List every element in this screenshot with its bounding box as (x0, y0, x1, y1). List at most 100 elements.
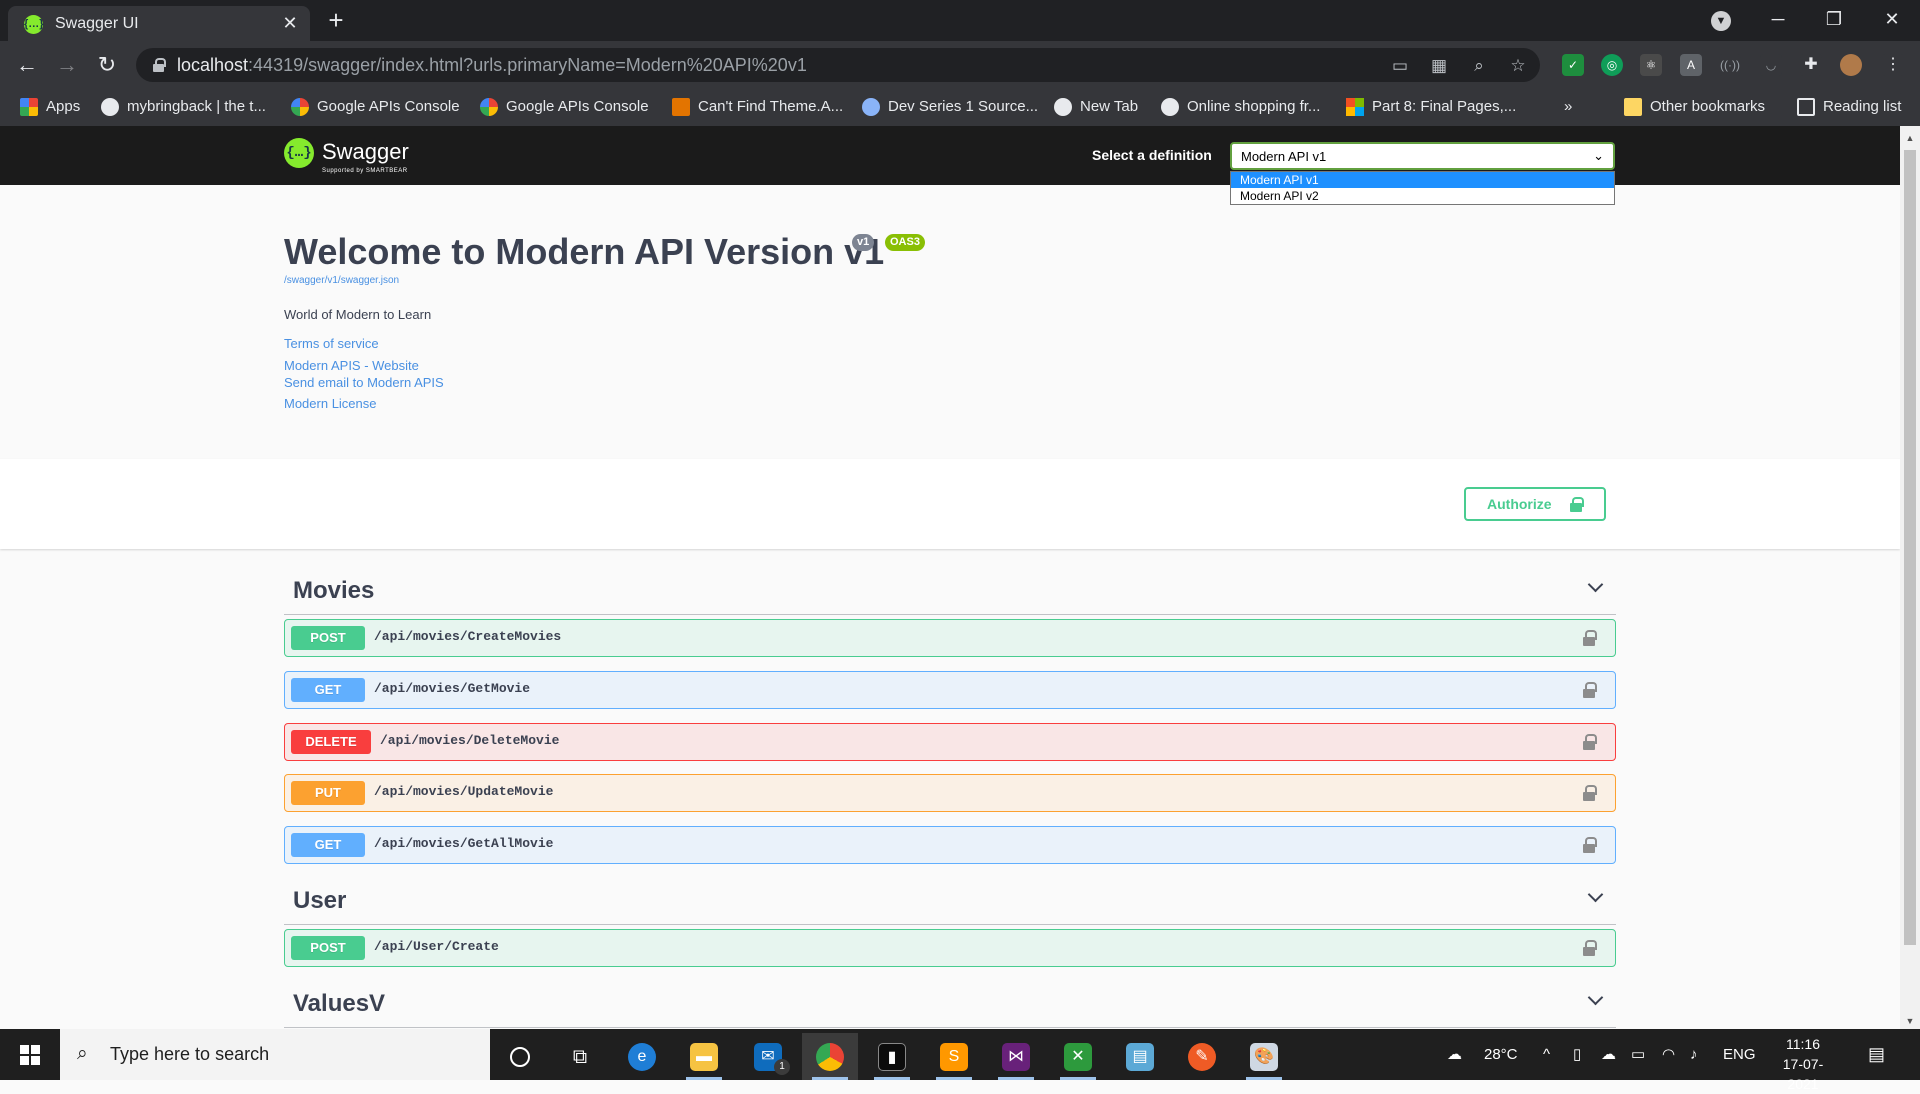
visual-studio-icon[interactable]: ⋈ (988, 1033, 1044, 1080)
translate-extension-icon[interactable]: A (1680, 54, 1702, 76)
new-tab-button[interactable]: + (323, 7, 349, 34)
operation-row[interactable]: GET /api/movies/GetMovie (284, 671, 1616, 709)
shield-extension-icon[interactable]: ✓ (1562, 54, 1584, 76)
cast-icon[interactable]: ▭ (1389, 55, 1411, 77)
volume-icon[interactable]: ♪ (1690, 1029, 1698, 1080)
forward-arrow-icon[interactable]: → (52, 50, 82, 80)
menu-dots-icon[interactable]: ⋮ (1882, 54, 1904, 76)
battery-icon[interactable]: ▭ (1631, 1029, 1645, 1080)
zoom-icon[interactable]: ⌕ (1468, 55, 1490, 77)
pocket-extension-icon[interactable]: ◡ (1760, 54, 1782, 76)
language-indicator[interactable]: ENG (1723, 1029, 1756, 1080)
sublime-text-icon[interactable]: S (926, 1033, 982, 1080)
method-badge: GET (291, 833, 365, 857)
terminal-icon[interactable]: ▮ (864, 1033, 920, 1080)
authorize-button[interactable]: Authorize (1464, 487, 1606, 521)
postman-icon[interactable]: ✎ (1174, 1033, 1230, 1080)
bookmark-item[interactable]: Part 8: Final Pages,... (1346, 96, 1516, 118)
lock-icon[interactable] (1583, 837, 1597, 853)
cortana-icon[interactable] (492, 1033, 548, 1080)
email-link[interactable]: Send email to Modern APIS (284, 375, 444, 390)
profile-avatar[interactable] (1840, 54, 1862, 76)
react-extension-icon[interactable]: ⚛ (1640, 54, 1662, 76)
minimize-button[interactable]: ─ (1750, 0, 1806, 41)
chevron-down-icon[interactable] (1588, 992, 1602, 1006)
bookmark-item[interactable]: Dev Series 1 Source... (862, 96, 1038, 118)
bookmark-item[interactable]: Online shopping fr... (1161, 96, 1320, 118)
operation-row[interactable]: POST /api/User/Create (284, 929, 1616, 967)
lock-icon[interactable] (1583, 734, 1597, 750)
weather-icon[interactable]: ☁ (1447, 1029, 1462, 1080)
operation-row[interactable]: PUT /api/movies/UpdateMovie (284, 774, 1616, 812)
wifi-icon[interactable]: ◠ (1662, 1029, 1675, 1080)
device-icon[interactable]: ▯ (1573, 1029, 1581, 1080)
scrollbar-thumb[interactable] (1904, 150, 1916, 945)
lock-icon[interactable] (1583, 682, 1597, 698)
license-link[interactable]: Modern License (284, 396, 377, 411)
onedrive-icon[interactable]: ☁ (1601, 1029, 1616, 1080)
target-extension-icon[interactable]: ◎ (1601, 54, 1623, 76)
temperature-label[interactable]: 28°C (1484, 1029, 1518, 1080)
bookmark-item[interactable]: Google APIs Console (480, 96, 649, 118)
definition-option[interactable]: Modern API v2 (1231, 188, 1614, 204)
url-text[interactable]: localhost:44319/swagger/index.html?urls.… (177, 55, 807, 76)
bookmarks-overflow-button[interactable]: » (1564, 96, 1572, 118)
select-definition-label: Select a definition (1092, 147, 1212, 163)
close-tab-icon[interactable]: ✕ (280, 13, 300, 33)
close-window-button[interactable]: ✕ (1864, 0, 1920, 41)
file-explorer-icon[interactable]: ▬ (676, 1033, 732, 1080)
bookmark-star-icon[interactable]: ☆ (1507, 55, 1529, 77)
start-button[interactable] (0, 1029, 60, 1080)
notes-app-icon[interactable]: ▤ (1112, 1033, 1168, 1080)
reload-icon[interactable]: ↻ (92, 50, 122, 80)
system-clock[interactable]: 11:16 17-07-2021 (1768, 1034, 1838, 1094)
bookmark-item[interactable]: mybringback | the t... (101, 96, 266, 118)
bookmark-apps[interactable]: Apps (20, 96, 80, 118)
tab-title: Swagger UI (55, 15, 139, 32)
browser-tab[interactable]: {…} Swagger UI ✕ (8, 6, 310, 41)
tag-header-valuesv[interactable]: ValuesV (284, 978, 1616, 1028)
operation-row[interactable]: DELETE /api/movies/DeleteMovie (284, 723, 1616, 761)
notification-icon[interactable]: ▤ (1868, 1029, 1885, 1080)
lock-icon[interactable] (1583, 785, 1597, 801)
bookmark-item[interactable]: Can't Find Theme.A... (672, 96, 843, 118)
scroll-up-arrow-icon[interactable]: ▲ (1900, 130, 1920, 146)
xamarin-tool-icon[interactable]: ✕ (1050, 1033, 1106, 1080)
puzzle-extensions-icon[interactable]: ✚ (1800, 54, 1822, 76)
scroll-down-arrow-icon[interactable]: ▼ (1900, 1013, 1920, 1029)
tag-header-user[interactable]: User (284, 875, 1616, 925)
operation-row[interactable]: POST /api/movies/CreateMovies (284, 619, 1616, 657)
definition-option[interactable]: Modern API v1 (1231, 172, 1614, 188)
task-view-icon[interactable]: ⧉ (552, 1033, 608, 1080)
back-arrow-icon[interactable]: ← (12, 50, 42, 80)
lock-icon[interactable] (1583, 630, 1597, 646)
chevron-down-icon[interactable] (1588, 579, 1602, 593)
qr-code-icon[interactable]: ▦ (1428, 55, 1450, 77)
chevron-up-icon[interactable]: ^ (1543, 1029, 1550, 1080)
cast-extension-icon[interactable]: ((·)) (1719, 54, 1741, 76)
method-badge: POST (291, 936, 365, 960)
tab-search-icon[interactable]: ▼ (1711, 11, 1731, 31)
edge-browser-icon[interactable]: e (614, 1033, 670, 1080)
lock-icon[interactable] (153, 58, 166, 72)
tag-header-movies[interactable]: Movies (284, 565, 1616, 615)
taskbar-search-box[interactable]: ⌕ Type here to search (60, 1029, 490, 1080)
terms-of-service-link[interactable]: Terms of service (284, 336, 379, 351)
api-info-section: Welcome to Modern API Version v1 v1 OAS3… (0, 185, 1900, 459)
mail-icon[interactable]: ✉ 1 (740, 1033, 796, 1080)
address-bar[interactable]: localhost:44319/swagger/index.html?urls.… (136, 48, 1540, 82)
spec-url-link[interactable]: /swagger/v1/swagger.json (284, 275, 399, 286)
website-link[interactable]: Modern APIS - Website (284, 358, 419, 373)
lock-icon[interactable] (1583, 940, 1597, 956)
restore-button[interactable]: ❐ (1806, 0, 1862, 41)
chrome-icon[interactable] (802, 1033, 858, 1080)
paint-icon[interactable]: 🎨 (1236, 1033, 1292, 1080)
page-scrollbar[interactable]: ▲ ▼ (1900, 126, 1920, 1029)
bookmark-item[interactable]: Google APIs Console (291, 96, 460, 118)
bookmark-item[interactable]: New Tab (1054, 96, 1138, 118)
reading-list-button[interactable]: Reading list (1797, 96, 1901, 118)
operation-row[interactable]: GET /api/movies/GetAllMovie (284, 826, 1616, 864)
definition-select[interactable]: Modern API v1 ⌄ (1230, 142, 1615, 170)
other-bookmarks-folder[interactable]: Other bookmarks (1624, 96, 1765, 118)
chevron-down-icon[interactable] (1588, 889, 1602, 903)
